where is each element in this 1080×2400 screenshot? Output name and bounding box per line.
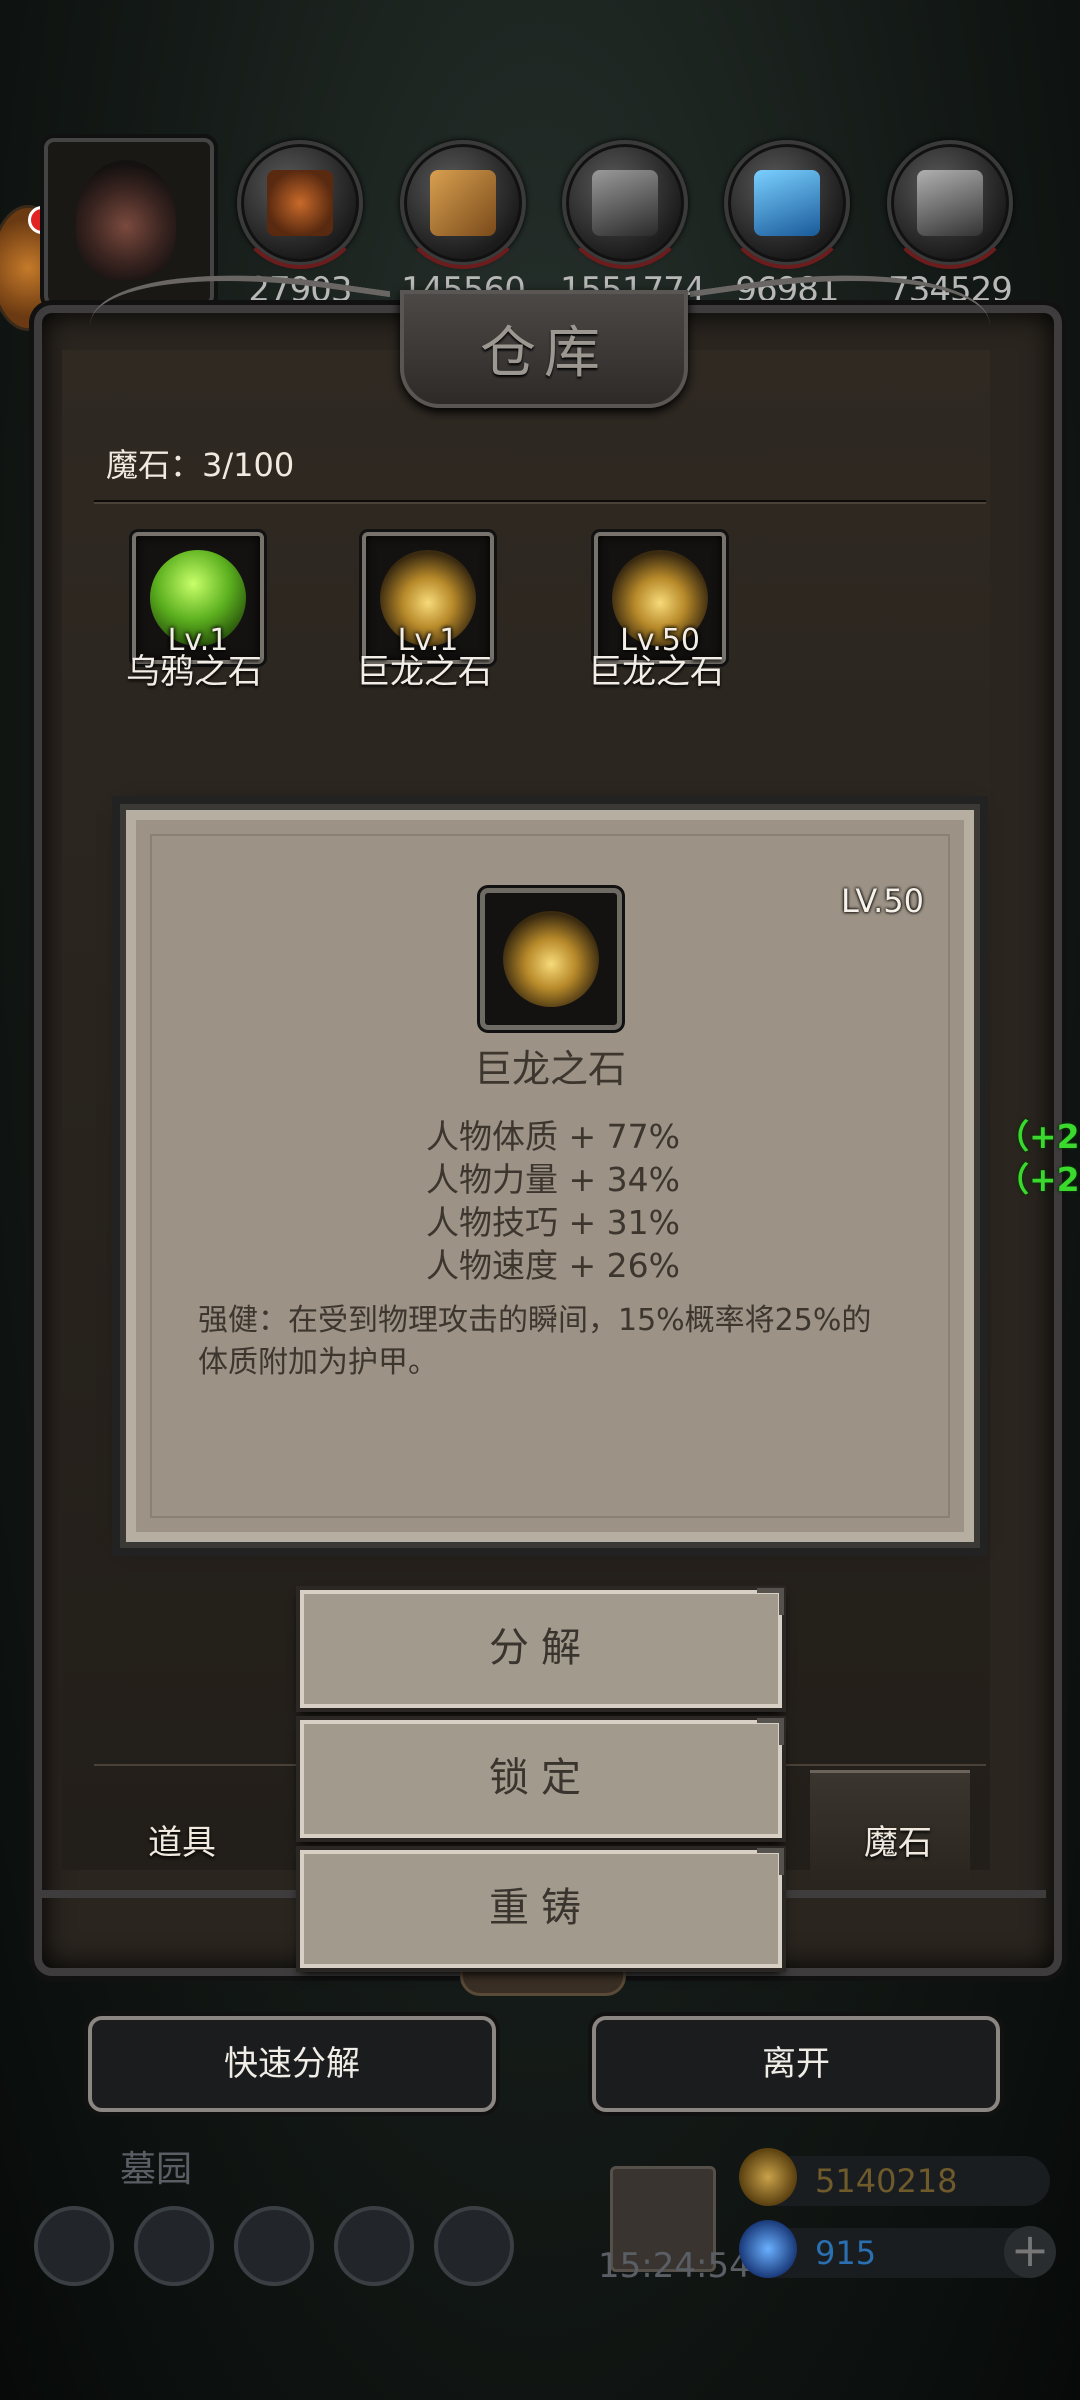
- stat-row: 人物技巧 + 31%: [426, 1196, 680, 1242]
- portrait-icon[interactable]: [234, 2206, 314, 2286]
- gold-gem-icon: [503, 911, 599, 1007]
- item-description: 强健：在受到物理攻击的瞬间，15%概率将25%的体质附加为护甲。: [198, 1303, 872, 1380]
- shop-icon[interactable]: [434, 2206, 514, 2286]
- stat-row: 人物力量 + 34% （+2）: [426, 1153, 1080, 1199]
- reforge-button[interactable]: 重铸: [300, 1848, 784, 1968]
- stat-text: 人物力量 + 34%: [426, 1160, 680, 1199]
- tab-items[interactable]: 道具: [148, 1815, 216, 1864]
- tab-magic-stone[interactable]: 魔石: [864, 1815, 932, 1864]
- blue-gem-icon: [739, 2220, 797, 2278]
- resource-wood: 145560: [397, 140, 529, 310]
- item-detail-name: 巨龙之石: [473, 1047, 626, 1091]
- page-title: 仓库: [480, 321, 608, 386]
- ore-icon: [234, 140, 366, 269]
- star-icon[interactable]: [134, 2206, 214, 2286]
- crystal-icon: [721, 140, 853, 269]
- item-detail-level: LV.50: [841, 882, 924, 920]
- item-name: 巨龙之石: [356, 652, 492, 692]
- mail-icon[interactable]: [334, 2206, 414, 2286]
- stat-list: 人物体质 + 77% （+2） 人物力量 + 34% （+2） 人物技巧 + 3…: [426, 1110, 1080, 1285]
- gold-currency: 5140218: [739, 2148, 1050, 2206]
- item-name: 巨龙之石: [588, 652, 724, 692]
- stat-bonus: （+2）: [996, 1117, 1080, 1156]
- lock-button[interactable]: 锁定: [300, 1718, 784, 1838]
- decompose-button[interactable]: 分解: [300, 1588, 784, 1708]
- stat-text: 人物体质 + 77%: [426, 1117, 680, 1156]
- settings-icon[interactable]: [34, 2206, 114, 2286]
- steel-icon: [884, 140, 1016, 269]
- gold-coin-icon: [739, 2148, 797, 2206]
- gem-value: 915: [815, 2234, 877, 2272]
- divider: [94, 500, 986, 502]
- stat-text: 人物速度 + 26%: [426, 1246, 680, 1285]
- stat-row: 人物体质 + 77% （+2）: [426, 1110, 1080, 1156]
- item-detail-card: LV.50 巨龙之石 人物体质 + 77% （+2） 人物力量 + 34% （+…: [120, 804, 1080, 1548]
- quick-decompose-button[interactable]: 快速分解: [88, 2016, 496, 2112]
- resource-iron: 1551774: [559, 140, 705, 310]
- gift-timer: 15:24:54: [598, 2246, 751, 2286]
- stat-text: 人物技巧 + 31%: [426, 1203, 680, 1242]
- add-currency-icon[interactable]: +: [1004, 2226, 1056, 2278]
- gold-value: 5140218: [815, 2162, 958, 2200]
- item-detail-icon: [480, 888, 622, 1030]
- location-label: 墓园: [120, 2149, 193, 2190]
- stat-row: 人物速度 + 26%: [426, 1239, 680, 1285]
- stone-count: 魔石：3/100: [106, 446, 295, 484]
- item-name: 乌鸦之石: [126, 652, 262, 692]
- leave-button[interactable]: 离开: [592, 2016, 1000, 2112]
- title-plate: 仓库: [400, 290, 688, 408]
- iron-icon: [559, 140, 691, 269]
- stat-bonus: （+2）: [996, 1160, 1080, 1199]
- wood-icon: [397, 140, 529, 269]
